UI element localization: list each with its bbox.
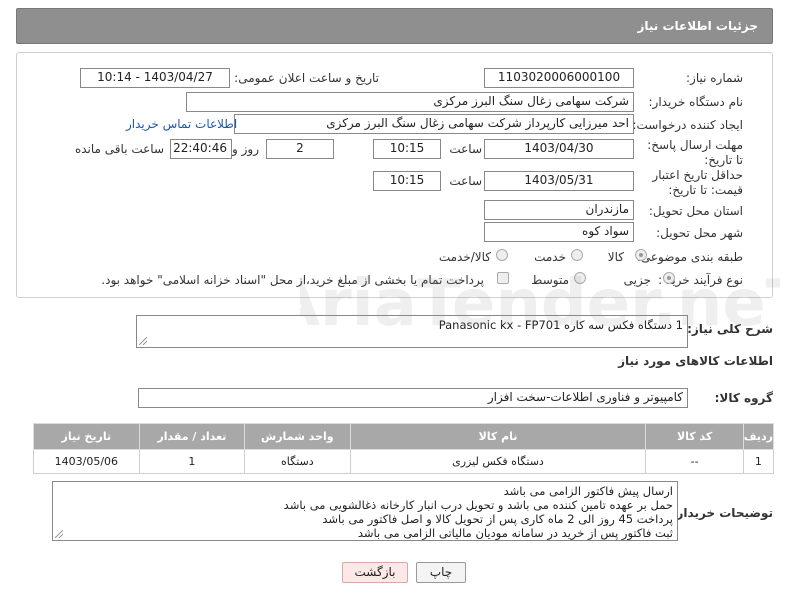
buyer-notes-textarea[interactable]: ارسال پیش فاکتور الزامی می باشد حمل بر ع… [52,481,678,541]
resize-grip-icon[interactable] [55,530,63,538]
announce-field[interactable]: 1403/04/27 - 10:14 [80,68,230,88]
summary-textarea[interactable]: 1 دستگاه فکس سه کاره Panasonic kx - FP70… [136,315,688,348]
buyer-contact-link[interactable]: اطلاعات تماس خریدار [126,117,237,131]
cell-quantity: 1 [138,449,246,474]
print-button[interactable]: چاپ [416,562,466,583]
cell-need-date: 1403/05/06 [33,449,140,474]
need-number-label: شماره نیاز: [686,71,743,85]
col-header-row-num: ردیف [742,423,775,450]
validity-date-field[interactable]: 1403/05/31 [484,171,634,191]
process-option-medium: متوسط [531,273,569,287]
resize-grip-icon[interactable] [139,337,147,345]
process-option-minor: جزیی [623,273,651,287]
creator-field[interactable]: احد میرزایی کارپرداز شرکت سهامی زغال سنگ… [234,114,634,134]
col-header-need-date: تاریخ نیاز [33,423,140,450]
buyer-notes-label: توضیحات خریدار: [671,506,773,520]
table-header-row: ردیف کد کالا نام کالا واحد شمارش تعداد /… [33,423,775,450]
cell-code: -- [645,449,744,474]
deadline-time-field[interactable]: 10:15 [373,139,441,159]
cell-name: دستگاه فکس لیزری [349,449,647,474]
col-header-name: نام کالا [349,423,647,450]
category-option-goods-service: کالا/خدمت [438,250,491,264]
process-radio-medium[interactable] [574,272,586,284]
summary-text: 1 دستگاه فکس سه کاره Panasonic kx - FP70… [438,318,683,332]
category-radio-service[interactable] [571,249,583,261]
category-radio-goods[interactable] [635,249,647,261]
note-line: ثبت فاکتور پس از خرید در سامانه مودیان م… [357,526,673,540]
note-line: حمل بر عهده تامین کننده می باشد و تحویل … [283,498,673,512]
treasury-payment-note: پرداخت تمام یا بخشی از مبلغ خرید،از محل … [101,273,484,287]
days-label: روز و [232,142,259,156]
city-label: شهر محل تحویل: [656,226,743,240]
col-header-unit: واحد شمارش [244,423,351,450]
category-option-service: خدمت [534,250,566,264]
creator-label: ایجاد کننده درخواست: [632,118,743,132]
buyer-label: نام دستگاه خریدار: [648,95,744,109]
announce-label: تاریخ و ساعت اعلان عمومی: [234,71,379,85]
deadline-label: مهلت ارسال پاسخ: تا تاریخ: [647,138,743,167]
goods-group-field[interactable]: کامپیوتر و فناوری اطلاعات-سخت افزار [138,388,688,408]
goods-section-title: اطلاعات کالاهای مورد نیاز [618,354,773,368]
province-label: استان محل تحویل: [648,204,743,218]
deadline-date-field[interactable]: 1403/04/30 [484,139,634,159]
page-header: جزئیات اطلاعات نیاز [16,8,773,44]
category-radio-goods-service[interactable] [496,249,508,261]
province-field[interactable]: مازندران [484,200,634,220]
days-field[interactable]: 2 [266,139,334,159]
buyer-field[interactable]: شرکت سهامی زغال سنگ البرز مرکزی [186,92,634,112]
cell-unit: دستگاه [244,449,351,474]
deadline-time-label: ساعت [449,142,482,156]
process-radio-minor[interactable] [663,272,675,284]
need-number-field[interactable]: 1103020006000100 [484,68,634,88]
remaining-time-field[interactable]: 22:40:46 [170,139,232,159]
treasury-payment-checkbox[interactable] [497,272,509,284]
validity-label: حداقل تاریخ اعتبار قیمت: تا تاریخ: [652,168,743,197]
note-line: پرداخت 45 روز الی 2 ماه کاری پس از تحویل… [322,512,673,526]
category-label: طبقه بندی موضوعی: [636,250,743,264]
cell-row-num: 1 [742,449,775,474]
goods-table: ردیف کد کالا نام کالا واحد شمارش تعداد /… [33,423,775,474]
remaining-label: ساعت باقی مانده [74,142,164,156]
table-row: 1 -- دستگاه فکس لیزری دستگاه 1 1403/05/0… [33,449,775,474]
summary-label: شرح کلی نیاز: [687,322,773,336]
note-line: ارسال پیش فاکتور الزامی می باشد [503,484,673,498]
goods-group-label: گروه کالا: [714,391,773,405]
col-header-quantity: تعداد / مقدار [138,423,246,450]
category-option-goods: کالا [607,250,624,264]
city-field[interactable]: سواد کوه [484,222,634,242]
validity-time-field[interactable]: 10:15 [373,171,441,191]
col-header-code: کد کالا [645,423,744,450]
back-button[interactable]: بازگشت [342,562,408,583]
page-title: جزئیات اطلاعات نیاز [637,19,758,33]
validity-time-label: ساعت [449,174,482,188]
